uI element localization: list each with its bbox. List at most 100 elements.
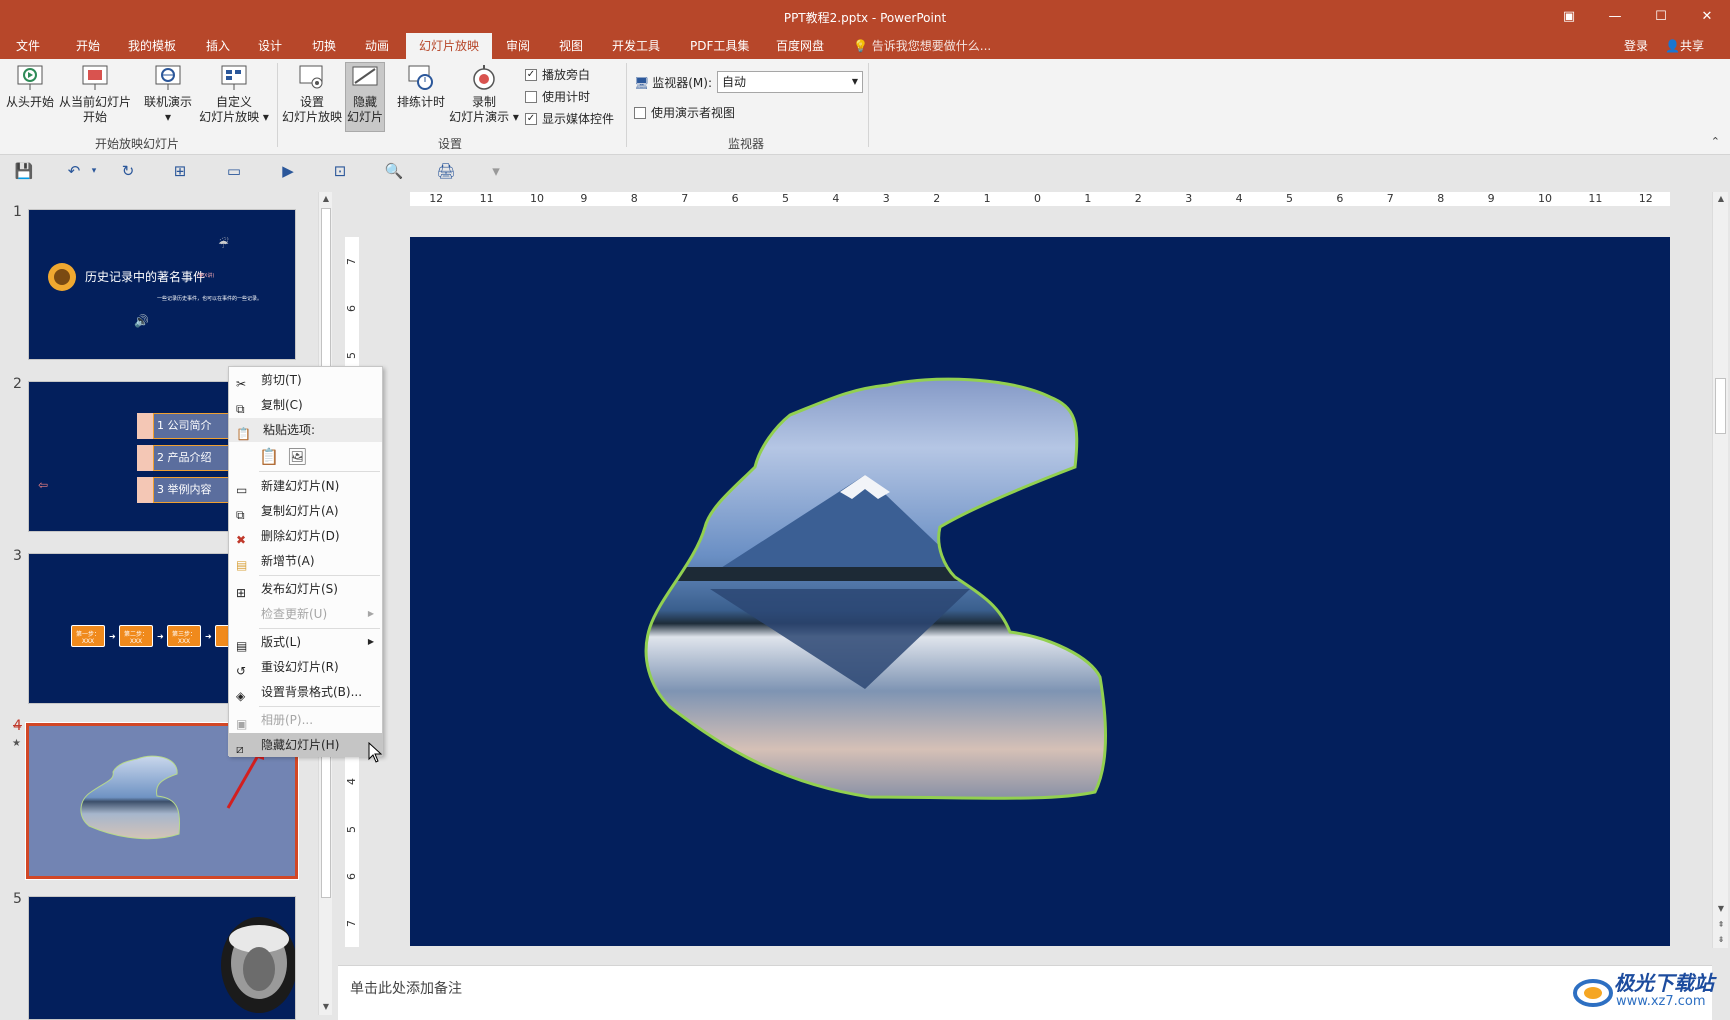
menu-item-check-updates[interactable]: 检查更新(U) ▶: [229, 602, 382, 626]
minimize-icon[interactable]: —: [1592, 0, 1638, 33]
menu-separator: [259, 628, 380, 629]
print-icon[interactable]: 🖨: [436, 162, 456, 180]
customize-qat-icon[interactable]: ▾: [486, 162, 506, 180]
play-narrations-checkbox[interactable]: ✓ 播放旁白: [525, 66, 590, 83]
menu-item-format-background[interactable]: ◈ 设置背景格式(B)...: [229, 680, 382, 704]
tab-file[interactable]: 文件: [16, 33, 40, 59]
notes-pane[interactable]: 单击此处添加备注: [338, 965, 1712, 1020]
collapse-ribbon-icon[interactable]: ⌃: [1711, 135, 1720, 148]
scroll-up-icon[interactable]: ▲: [319, 192, 333, 206]
show-media-checkbox[interactable]: ✓ 显示媒体控件: [525, 110, 614, 127]
layout-icon[interactable]: ▭: [224, 162, 244, 180]
checkbox-play-narrations[interactable]: ✓: [525, 68, 537, 81]
mountain-lake-picture[interactable]: [410, 237, 1670, 946]
print-preview-icon[interactable]: 🔍: [384, 162, 404, 180]
tab-view[interactable]: 视图: [559, 33, 583, 59]
slide-thumbnail-1[interactable]: ☔ 🔊 历史记录中的著名事件 (第X讲) 一些记录历史事件，也可以在事件的一些记…: [28, 209, 296, 360]
tab-home[interactable]: 开始: [76, 33, 100, 59]
scroll-down-icon[interactable]: ▼: [1714, 902, 1728, 916]
from-current-label-1: 从当前幻灯片: [58, 95, 131, 109]
scrollbar-thumb[interactable]: [1715, 378, 1726, 434]
horizontal-ruler: 12 11 10 9 8 7 6 5 4 3 2 1 0 1 2 3 4 5 6 7 8 9 10 11 12: [410, 192, 1670, 206]
custom-slideshow-button[interactable]: 自定义 幻灯片放映 ▾: [196, 63, 272, 125]
tell-me-box[interactable]: 💡 告诉我您想要做什么...: [853, 33, 991, 59]
presenter-view-checkbox[interactable]: 使用演示者视图: [634, 104, 735, 121]
tab-slideshow[interactable]: 幻灯片放映: [406, 33, 493, 59]
scroll-down-icon[interactable]: ▼: [319, 1000, 333, 1014]
menu-item-new-section[interactable]: ▤ 新增节(A): [229, 549, 382, 573]
from-beginning-button[interactable]: 从头开始: [4, 63, 56, 110]
custom-label-2: 幻灯片放映: [199, 110, 260, 124]
custom-slideshow-icon: [221, 65, 247, 90]
menu-item-new-slide[interactable]: ▭ 新建幻灯片(N): [229, 474, 382, 498]
tab-design[interactable]: 设计: [258, 33, 282, 59]
ruler-tick-label: 7: [345, 920, 358, 928]
record-slideshow-button[interactable]: 录制 幻灯片演示 ▾: [448, 63, 520, 125]
maximize-icon[interactable]: ☐: [1638, 0, 1684, 33]
new-slide-icon[interactable]: ⊞: [170, 162, 190, 180]
menu-item-duplicate-slide[interactable]: ⧉ 复制幻灯片(A): [229, 499, 382, 523]
checkbox-presenter-view[interactable]: [634, 106, 646, 119]
monitor-select[interactable]: 自动 ▼: [717, 71, 863, 93]
menu-item-delete-slide[interactable]: ✖ 删除幻灯片(D): [229, 524, 382, 548]
slide-number: 2: [13, 376, 22, 392]
ruler-tick-label: 7: [1386, 192, 1394, 205]
ruler-tick-label: 8: [630, 192, 638, 205]
ribbon-display-options-icon[interactable]: ▣: [1546, 0, 1592, 33]
use-timings-checkbox[interactable]: 使用计时: [525, 88, 590, 105]
monitor-label-text: 监视器(M):: [652, 76, 712, 90]
rehearse-timings-button[interactable]: 排练计时: [392, 63, 450, 110]
tab-developer[interactable]: 开发工具: [612, 33, 660, 59]
slide-thumbnail-5[interactable]: [28, 896, 296, 1020]
group-separator: [626, 63, 627, 147]
tab-pdf-tools[interactable]: PDF工具集: [690, 33, 749, 59]
current-slide-canvas[interactable]: [410, 237, 1670, 946]
login-link[interactable]: 登录: [1624, 33, 1648, 59]
slide-1-subtitle: 一些记录历史事件，也可以在事件的一些记录。: [157, 296, 263, 302]
setup-slideshow-button[interactable]: 设置 幻灯片放映: [281, 63, 343, 125]
arrow-right-icon: ➜: [205, 632, 212, 641]
undo-dropdown-icon[interactable]: ▾: [84, 162, 104, 180]
slide-2-marker: [137, 477, 153, 503]
redo-icon[interactable]: ↻: [118, 162, 138, 180]
watermark-swirl-icon: [1573, 979, 1613, 1007]
tab-my-templates[interactable]: 我的模板: [128, 33, 176, 59]
menu-item-photo-album[interactable]: ▣ 相册(P)...: [229, 708, 382, 732]
slide-3-step-sub: XXX: [177, 638, 191, 645]
tab-transitions[interactable]: 切换: [312, 33, 336, 59]
quick-access-toolbar: 💾 ↶ ▾ ↻ ⊞ ▭ ▶ ⊡ 🔍 🖨 ▾: [0, 155, 1730, 187]
tab-review[interactable]: 审阅: [506, 33, 530, 59]
previous-slide-icon[interactable]: ⇞: [1714, 918, 1728, 932]
menu-item-copy[interactable]: ⧉ 复制(C): [229, 393, 382, 417]
next-slide-icon[interactable]: ⇟: [1714, 933, 1728, 947]
menu-item-publish-slides[interactable]: ⊞ 发布幻灯片(S): [229, 577, 382, 601]
paste-picture-icon[interactable]: 🖼: [287, 447, 307, 466]
share-button[interactable]: 👤共享: [1665, 33, 1704, 59]
menu-item-hide-slide[interactable]: ⧄ 隐藏幻灯片(H): [229, 733, 382, 757]
menu-item-layout[interactable]: ▤ 版式(L) ▶: [229, 630, 382, 654]
menu-item-reset-slide[interactable]: ↺ 重设幻灯片(R): [229, 655, 382, 679]
undo-icon[interactable]: ↶: [64, 162, 84, 180]
slide-1-artwork: ☔ 🔊: [48, 236, 229, 328]
lightbulb-icon: 💡: [853, 39, 868, 53]
monitor-label: 🖥 监视器(M):: [634, 74, 712, 91]
hide-slide-button[interactable]: 隐藏 幻灯片: [345, 62, 385, 132]
from-beginning-qat-icon[interactable]: ▶: [278, 162, 298, 180]
checkbox-use-timings[interactable]: [525, 90, 537, 103]
close-icon[interactable]: ✕: [1684, 0, 1730, 33]
group-separator: [868, 63, 869, 147]
save-icon[interactable]: 💾: [14, 162, 34, 180]
checkbox-show-media[interactable]: ✓: [525, 112, 537, 125]
menu-item-cut[interactable]: ✂ 剪切(T): [229, 368, 382, 392]
scroll-up-icon[interactable]: ▲: [1714, 192, 1728, 206]
editor-scrollbar[interactable]: ▲ ▼ ⇞ ⇟: [1712, 192, 1728, 948]
online-present-button[interactable]: 联机演示 ▾: [138, 63, 198, 125]
from-current-button[interactable]: 从当前幻灯片 开始: [58, 63, 132, 125]
tab-animations[interactable]: 动画: [365, 33, 389, 59]
present-icon[interactable]: ⊡: [330, 162, 350, 180]
paste-keep-source-icon[interactable]: 📋: [259, 447, 279, 466]
tab-insert[interactable]: 插入: [206, 33, 230, 59]
tab-baidu-netdisk[interactable]: 百度网盘: [776, 33, 824, 59]
chevron-down-icon: ▼: [851, 77, 858, 86]
rehearse-label: 排练计时: [396, 95, 445, 109]
